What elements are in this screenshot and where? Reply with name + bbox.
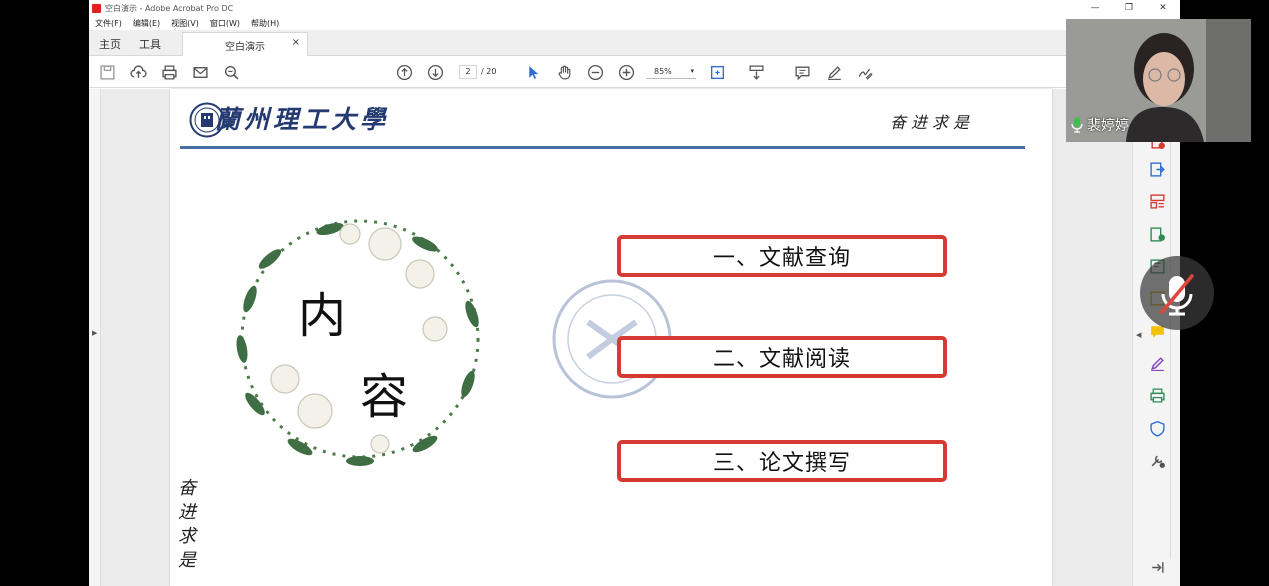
floating-mute-button[interactable]: [1140, 256, 1214, 330]
participant-name: 裴婷婷: [1087, 118, 1129, 134]
title-bar: 空白演示 - Adobe Acrobat Pro DC — ❐ ✕: [89, 0, 1180, 16]
zoom-level-select[interactable]: 85% ▾: [646, 65, 696, 79]
minimize-button[interactable]: —: [1078, 0, 1112, 16]
combine-files-icon[interactable]: [1149, 226, 1167, 244]
toolbar: 2 / 20 85% ▾: [89, 56, 1180, 88]
acrobat-window: 空白演示 - Adobe Acrobat Pro DC — ❐ ✕ 文件(F) …: [89, 0, 1180, 586]
export-pdf-icon[interactable]: [1149, 161, 1167, 179]
document-area[interactable]: ▶ 蘭州理工大學 奋进求是 内 容 一、文献查询 二、文献阅读 三、论文撰写 奋…: [89, 89, 1132, 586]
zoom-search-icon[interactable]: [222, 63, 240, 81]
print-icon[interactable]: [160, 63, 178, 81]
pdf-page: 蘭州理工大學 奋进求是 内 容 一、文献查询 二、文献阅读 三、论文撰写 奋进求…: [170, 89, 1052, 586]
content-char-1: 内: [298, 288, 347, 344]
print-production-icon[interactable]: [1149, 387, 1167, 405]
window-title: 空白演示 - Adobe Acrobat Pro DC: [105, 3, 234, 13]
content-char-2: 容: [360, 369, 409, 425]
menu-view[interactable]: 视图(V): [171, 18, 199, 29]
outline-item-literature-reading: 二、文献阅读: [617, 336, 947, 378]
webcam-video-tile[interactable]: 裴婷婷: [1066, 19, 1251, 142]
zoom-in-icon[interactable]: [617, 63, 635, 81]
menu-window[interactable]: 窗口(W): [210, 18, 240, 29]
sign-icon[interactable]: [856, 63, 874, 81]
acrobat-app-icon: [92, 3, 101, 13]
outline-item-literature-search: 一、文献查询: [617, 235, 947, 277]
participant-name-badge: 裴婷婷: [1071, 115, 1129, 135]
menu-file[interactable]: 文件(F): [95, 18, 122, 29]
expand-left-icon: ▶: [92, 329, 98, 337]
zoom-level-value: 85%: [654, 67, 672, 76]
email-icon[interactable]: [191, 63, 209, 81]
outline-item-paper-writing: 三、论文撰写: [617, 440, 947, 482]
menu-bar: 文件(F) 编辑(E) 视图(V) 窗口(W) 帮助(H): [89, 16, 1180, 30]
restore-button[interactable]: ❐: [1112, 0, 1146, 16]
tab-document-label: 空白演示: [225, 42, 265, 53]
zoom-out-icon[interactable]: [586, 63, 604, 81]
comment-icon[interactable]: [793, 63, 811, 81]
motto-vertical: 奋进求是: [178, 478, 196, 571]
right-tools-panel: ◀: [1132, 89, 1180, 586]
menu-help[interactable]: 帮助(H): [251, 18, 279, 29]
collapse-right-icon[interactable]: ◀: [1136, 331, 1141, 339]
tab-close-icon[interactable]: ×: [292, 37, 300, 48]
organize-pages-icon[interactable]: [1149, 193, 1167, 211]
upload-cloud-icon[interactable]: [129, 63, 147, 81]
tab-document[interactable]: 空白演示 ×: [182, 32, 308, 56]
page-total: / 20: [481, 67, 497, 76]
sign-out-arrow-icon[interactable]: [1149, 559, 1167, 577]
more-tools-icon[interactable]: [1149, 452, 1167, 470]
mic-muted-icon: [1160, 274, 1194, 316]
scroll-mode-icon[interactable]: [747, 63, 765, 81]
tab-tools[interactable]: 工具: [139, 36, 161, 52]
select-cursor-icon[interactable]: [524, 63, 542, 81]
highlight-pen-icon[interactable]: [825, 63, 843, 81]
chevron-down-icon: ▾: [690, 67, 694, 75]
flower-wreath-decoration: [236, 219, 480, 466]
close-button[interactable]: ✕: [1146, 0, 1180, 16]
save-icon[interactable]: [98, 63, 116, 81]
sign-tool-icon[interactable]: [1149, 355, 1167, 373]
motto-header: 奋进求是: [890, 113, 975, 132]
protect-shield-icon[interactable]: [1149, 420, 1167, 438]
mic-on-icon: [1071, 117, 1083, 133]
page-number-input[interactable]: 2: [459, 65, 477, 79]
prev-page-icon[interactable]: [395, 63, 413, 81]
tools-panel-scrollbar[interactable]: [1170, 139, 1179, 559]
tab-home[interactable]: 主页: [99, 36, 121, 52]
fit-page-icon[interactable]: [708, 63, 726, 81]
tab-bar: 主页 工具 空白演示 ×: [89, 30, 1180, 56]
hand-tool-icon[interactable]: [555, 63, 573, 81]
menu-edit[interactable]: 编辑(E): [133, 18, 160, 29]
left-panel-toggle[interactable]: ▶: [89, 89, 101, 586]
next-page-icon[interactable]: [426, 63, 444, 81]
university-name-logo: 蘭州理工大學: [215, 105, 390, 134]
header-divider: [180, 146, 1025, 149]
